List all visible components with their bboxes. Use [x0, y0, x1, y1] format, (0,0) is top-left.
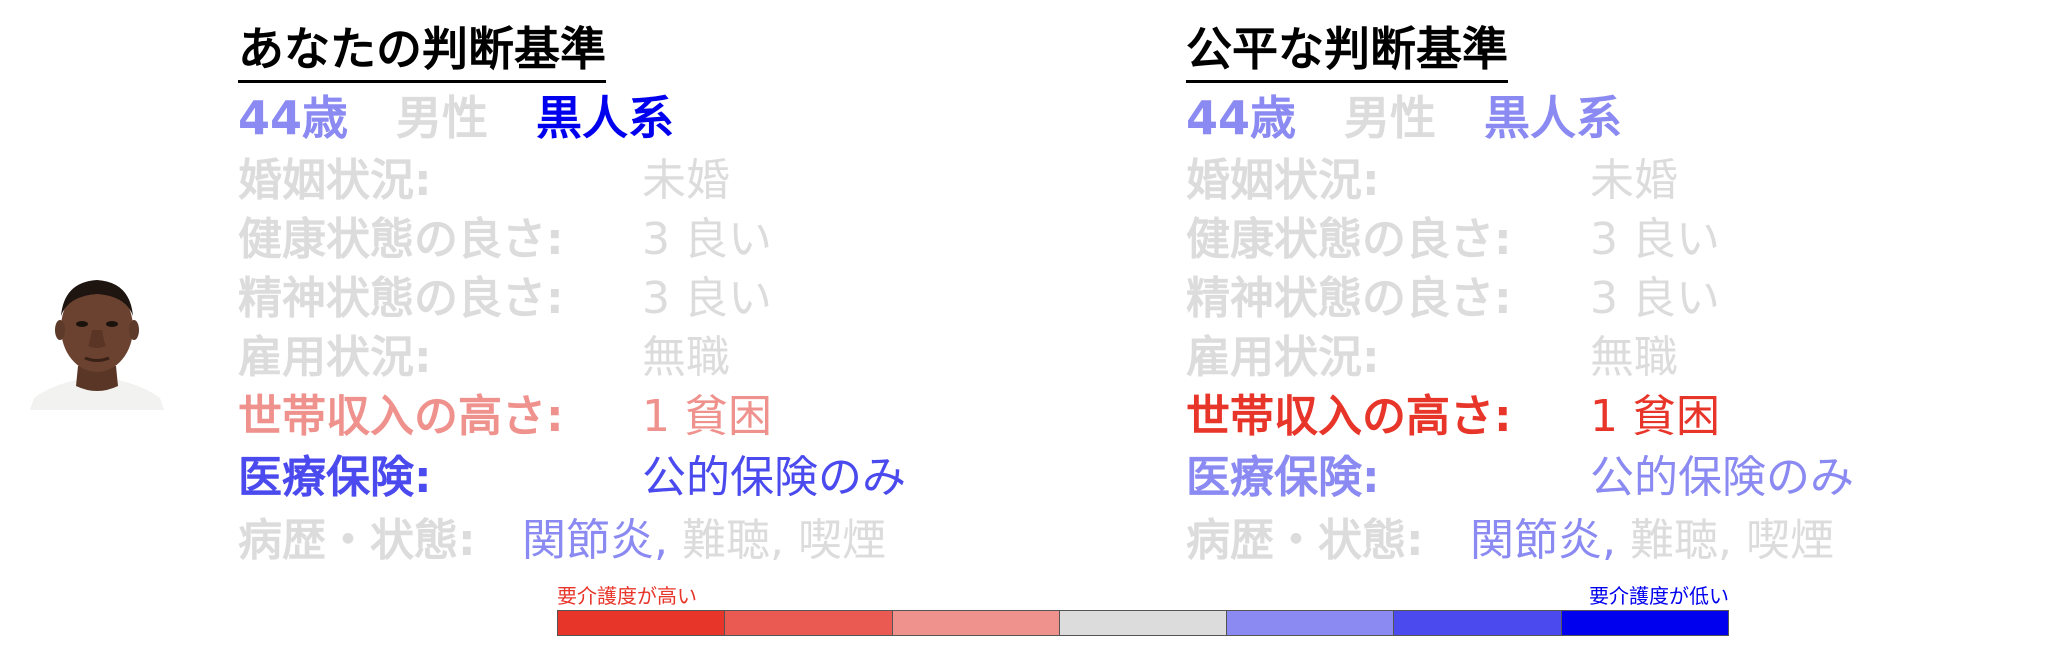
legend-swatch-strong-blue: [1561, 611, 1728, 635]
legend-swatch-mid-blue: [1394, 611, 1562, 635]
conditions-row: 病歴・状態: 関節炎, 難聴, 喫煙: [1186, 510, 1834, 572]
condition-arthritis: 関節炎,: [522, 515, 668, 566]
legend-swatch-strong-red: [558, 611, 726, 635]
conditions-values: 関節炎, 難聴, 喫煙: [1470, 510, 1834, 572]
mental-health-label: 精神状態の良さ:: [1186, 273, 1512, 324]
legend-swatch-mid-red: [725, 611, 893, 635]
employment-value: 無職: [1590, 332, 1678, 383]
insurance-row: 医療保険: 公的保険のみ: [1186, 446, 1854, 510]
race-label: 黒人系: [1484, 91, 1623, 145]
conditions-label: 病歴・状態:: [238, 515, 476, 566]
mental-health-value: 3 良い: [642, 273, 772, 324]
legend-swatch-light-red: [892, 611, 1060, 635]
legend-swatch-light-blue: [1227, 611, 1395, 635]
condition-hearing-loss: 難聴,: [1616, 515, 1732, 566]
employment-row: 雇用状況: 無職: [238, 328, 730, 387]
fair-criteria-title: 公平な判断基準: [1186, 18, 1508, 83]
physical-health-value: 3 良い: [642, 214, 772, 265]
employment-row: 雇用状況: 無職: [1186, 328, 1678, 387]
condition-smoking: 喫煙: [1731, 515, 1834, 566]
gender-label: 男性: [1344, 91, 1437, 145]
conditions-values: 関節炎, 難聴, 喫煙: [522, 510, 886, 572]
legend-low-label: 要介護度が低い: [1589, 584, 1729, 608]
marital-status-value: 未婚: [642, 155, 730, 206]
household-income-row: 世帯収入の高さ: 1 貧困: [238, 387, 772, 446]
fair-criteria-panel: 公平な判断基準 44歳 男性 黒人系 婚姻状況: 未婚 健康状態の良さ: 3 良い …: [1186, 18, 1854, 572]
physical-health-value: 3 良い: [1590, 214, 1720, 265]
household-income-label: 世帯収入の高さ:: [1186, 391, 1512, 442]
legend-swatch-neutral: [1059, 611, 1228, 635]
race-label: 黒人系: [536, 91, 675, 145]
mental-health-label: 精神状態の良さ:: [238, 273, 564, 324]
physical-health-label: 健康状態の良さ:: [238, 214, 564, 265]
insurance-value: 公的保険のみ: [1590, 452, 1854, 503]
marital-status-value: 未婚: [1590, 155, 1678, 206]
mental-health-row: 精神状態の良さ: 3 良い: [1186, 269, 1720, 328]
care-level-legend: 要介護度が高い 要介護度が低い: [557, 584, 1729, 636]
employment-value: 無職: [642, 332, 730, 383]
household-income-row: 世帯収入の高さ: 1 貧困: [1186, 387, 1720, 446]
employment-label: 雇用状況:: [1186, 332, 1380, 383]
mental-health-row: 精神状態の良さ: 3 良い: [238, 269, 772, 328]
physical-health-row: 健康状態の良さ: 3 良い: [238, 210, 772, 269]
your-criteria-panel: あなたの判断基準 44歳 男性 黒人系 婚姻状況: 未婚 健康状態の良さ: 3 良い…: [238, 18, 906, 572]
legend-high-label: 要介護度が高い: [557, 584, 697, 608]
marital-status-label: 婚姻状況:: [1186, 155, 1380, 206]
household-income-label: 世帯収入の高さ:: [238, 391, 564, 442]
marital-status-label: 婚姻状況:: [238, 155, 432, 206]
condition-arthritis: 関節炎,: [1470, 515, 1616, 566]
physical-health-row: 健康状態の良さ: 3 良い: [1186, 210, 1720, 269]
insurance-row: 医療保険: 公的保険のみ: [238, 446, 906, 510]
person-photo: [30, 280, 164, 410]
insurance-label: 医療保険:: [1186, 452, 1380, 503]
demographics-line: 44歳 男性 黒人系: [1186, 85, 1670, 151]
marital-status-row: 婚姻状況: 未婚: [1186, 151, 1678, 210]
condition-hearing-loss: 難聴,: [668, 515, 784, 566]
marital-status-row: 婚姻状況: 未婚: [238, 151, 730, 210]
age-label: 44歳: [238, 91, 349, 145]
household-income-value: 1 貧困: [642, 391, 772, 442]
legend-color-scale: [557, 610, 1729, 636]
conditions-label: 病歴・状態:: [1186, 515, 1424, 566]
age-label: 44歳: [1186, 91, 1297, 145]
your-criteria-title: あなたの判断基準: [238, 18, 606, 83]
gender-label: 男性: [396, 91, 489, 145]
employment-label: 雇用状況:: [238, 332, 432, 383]
mental-health-value: 3 良い: [1590, 273, 1720, 324]
insurance-value: 公的保険のみ: [642, 452, 906, 503]
condition-smoking: 喫煙: [783, 515, 886, 566]
conditions-row: 病歴・状態: 関節炎, 難聴, 喫煙: [238, 510, 886, 572]
household-income-value: 1 貧困: [1590, 391, 1720, 442]
insurance-label: 医療保険:: [238, 452, 432, 503]
physical-health-label: 健康状態の良さ:: [1186, 214, 1512, 265]
demographics-line: 44歳 男性 黒人系: [238, 85, 722, 151]
